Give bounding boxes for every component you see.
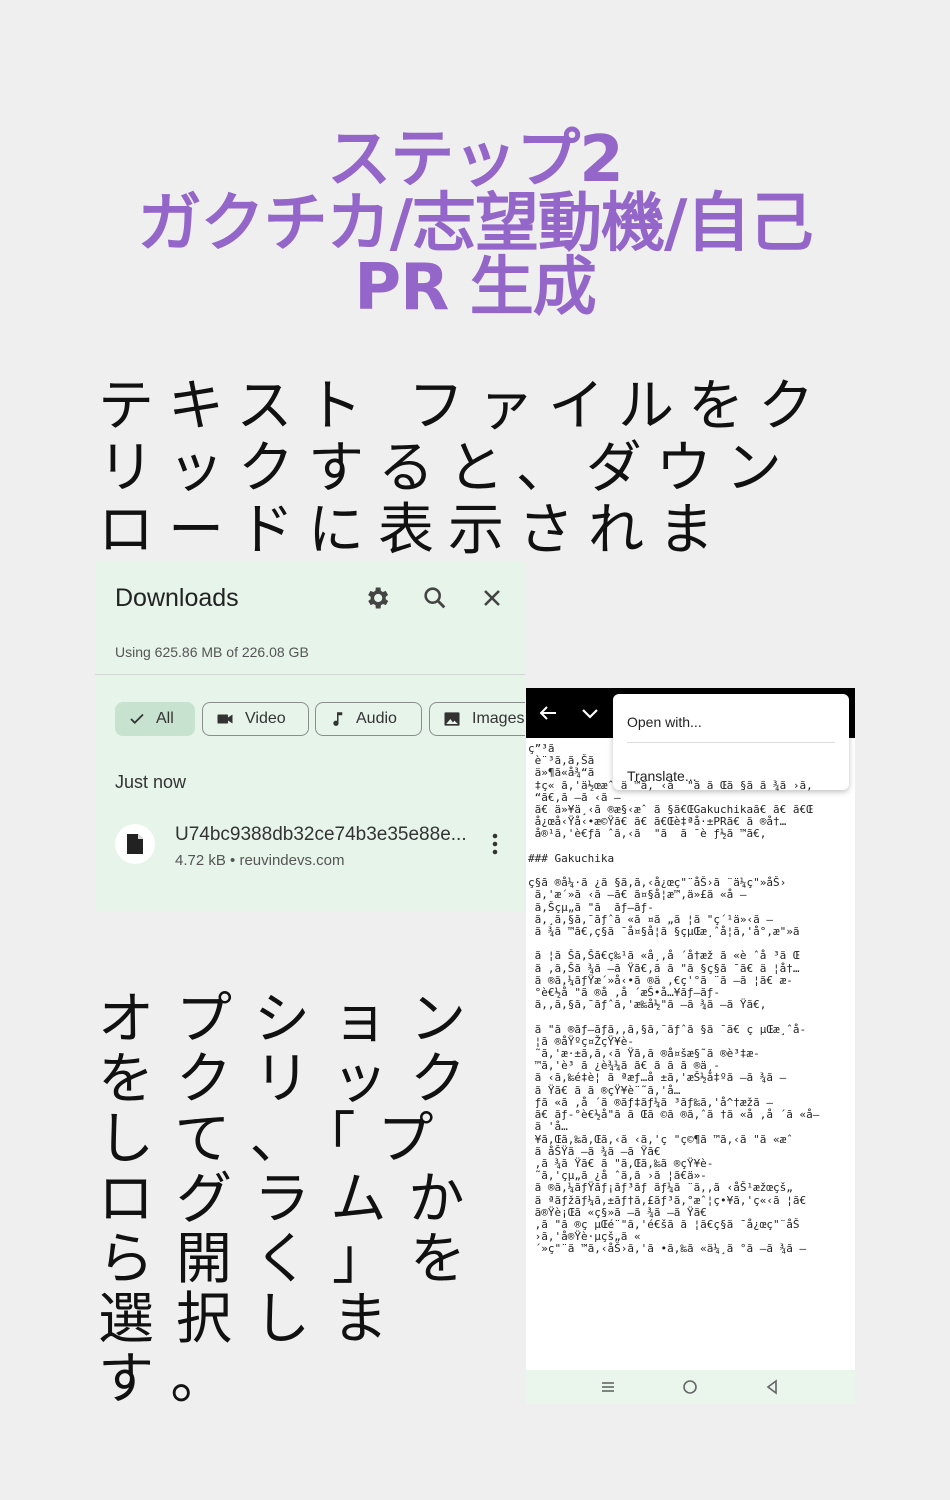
text-viewer-screen: Open with... Translate... ç”³ã è¨³ã,ã,Šã… [526, 688, 855, 1404]
home-icon[interactable] [681, 1378, 699, 1396]
image-icon [444, 712, 460, 726]
title-line-3: PR 生成 [354, 251, 596, 325]
gear-icon[interactable] [363, 584, 391, 612]
menu-open-with[interactable]: Open with... [627, 714, 702, 730]
file-meta: 4.72 kB • reuvindevs.com [175, 852, 345, 869]
chevron-down-icon[interactable] [578, 701, 602, 725]
back-arrow-icon[interactable] [536, 701, 560, 725]
chip-audio-label: Audio [356, 710, 397, 727]
chip-video[interactable]: Video [202, 702, 309, 736]
close-icon[interactable] [478, 584, 506, 612]
chip-audio[interactable]: Audio [315, 702, 422, 736]
video-icon [217, 714, 233, 724]
system-nav-bar [526, 1370, 855, 1404]
instruction-2: オプションをクリックして、「プログラムから開く」を選択します。 [98, 987, 488, 1412]
title-line-2: ガクチカ/志望動機/自己 [137, 187, 814, 261]
search-icon[interactable] [421, 584, 449, 612]
chip-video-label: Video [245, 710, 286, 727]
chip-all[interactable]: All [115, 702, 195, 736]
chip-images[interactable]: Images [429, 702, 525, 736]
storage-usage: Using 625.86 MB of 226.08 GB [115, 644, 309, 660]
divider [95, 674, 525, 675]
chip-images-label: Images [472, 710, 525, 727]
title-line-1: ステップ2 [327, 123, 624, 197]
more-options-icon[interactable] [485, 830, 505, 858]
back-triangle-icon[interactable] [763, 1378, 781, 1396]
step-title: ステップ2 ガクチカ/志望動機/自己 PR 生成 [0, 128, 950, 320]
file-icon [115, 824, 155, 864]
file-name[interactable]: U74bc9388db32ce74b3e35e88e... [175, 824, 467, 846]
recents-icon[interactable] [599, 1378, 617, 1396]
check-icon [130, 713, 144, 725]
chip-all-label: All [156, 710, 174, 727]
music-note-icon [333, 712, 343, 726]
file-content: ç”³ã è¨³ã,ã,Šã ä»¶ã«å¾“ã ‡ç« ã,'ä½œæˆ ä … [528, 743, 820, 1256]
downloads-panel: Downloads Using 625.86 MB of 226.08 GB A… [95, 562, 525, 912]
section-header: Just now [115, 772, 187, 792]
downloads-title: Downloads [115, 584, 239, 612]
